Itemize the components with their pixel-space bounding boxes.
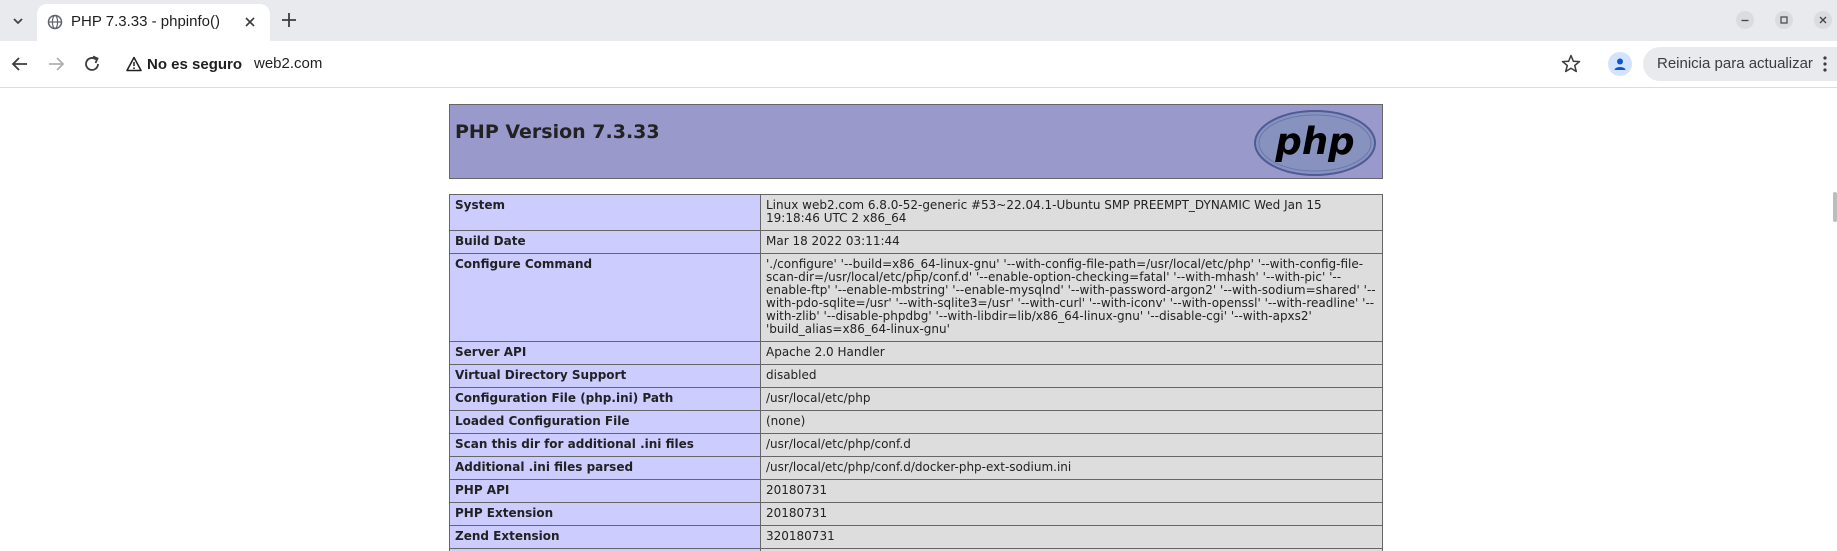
reload-icon[interactable] xyxy=(81,53,103,75)
row-label: System xyxy=(449,194,761,231)
table-row: Configure Command './configure' '--build=… xyxy=(449,253,1383,342)
tab-strip: PHP 7.3.33 - phpinfo() xyxy=(0,0,1837,41)
page-viewport: PHP Version 7.3.33 php System Linux web2.… xyxy=(0,88,1837,551)
update-button-label: Reinicia para actualizar xyxy=(1657,55,1813,72)
row-value: /usr/local/etc/php xyxy=(760,387,1383,411)
table-row: Zend Extension 320180731 xyxy=(449,525,1383,549)
row-label: Loaded Configuration File xyxy=(449,410,761,434)
tab-list-button[interactable] xyxy=(6,9,30,33)
row-value: Linux web2.com 6.8.0-52-generic #53~22.0… xyxy=(760,194,1383,231)
chevron-down-icon xyxy=(13,18,23,25)
table-row: System Linux web2.com 6.8.0-52-generic #5… xyxy=(449,194,1383,231)
table-row: Scan this dir for additional .ini files /… xyxy=(449,433,1383,457)
row-label: Server API xyxy=(449,341,761,365)
row-label: PHP API xyxy=(449,479,761,503)
row-label: Virtual Directory Support xyxy=(449,364,761,388)
warning-icon xyxy=(126,56,142,72)
active-tab[interactable]: PHP 7.3.33 - phpinfo() xyxy=(37,4,270,41)
table-row: Configuration File (php.ini) Path/usr/lo… xyxy=(449,387,1383,411)
globe-icon xyxy=(47,14,63,30)
page-title: PHP Version 7.3.33 xyxy=(455,121,660,143)
row-value: /usr/local/etc/php/conf.d xyxy=(760,433,1383,457)
person-icon xyxy=(1614,58,1626,70)
row-label: Build Date xyxy=(449,230,761,254)
scrollbar[interactable] xyxy=(1833,192,1837,222)
minimize-icon[interactable] xyxy=(1736,11,1754,29)
close-icon[interactable] xyxy=(242,14,258,30)
table-row: Server API Apache 2.0 Handler xyxy=(449,341,1383,365)
php-logo-text: php xyxy=(1274,120,1354,163)
row-label: Configuration File (php.ini) Path xyxy=(449,387,761,411)
row-label: Scan this dir for additional .ini files xyxy=(449,433,761,457)
security-label: No es seguro xyxy=(147,55,243,73)
row-value: 20180731 xyxy=(760,502,1383,526)
row-value: './configure' '--build=x86_64-linux-gnu'… xyxy=(760,253,1383,342)
tab-title: PHP 7.3.33 - phpinfo() xyxy=(71,13,220,30)
star-icon[interactable] xyxy=(1560,53,1582,75)
update-button[interactable]: Reinicia para actualizar xyxy=(1643,47,1837,81)
arrow-right-icon[interactable] xyxy=(45,53,67,75)
row-label: Zend Extension xyxy=(449,525,761,549)
profile-button[interactable] xyxy=(1608,52,1632,76)
row-value: /usr/local/etc/php/conf.d/docker-php-ext… xyxy=(760,456,1383,480)
row-label: PHP Extension xyxy=(449,502,761,526)
version-header: PHP Version 7.3.33 php xyxy=(449,104,1383,179)
table-row: Additional .ini files parsed/usr/local/e… xyxy=(449,456,1383,480)
security-indicator[interactable]: No es seguro xyxy=(126,53,242,75)
table-row: PHP API 20180731 xyxy=(449,479,1383,503)
info-table: System Linux web2.com 6.8.0-52-generic #5… xyxy=(449,194,1383,551)
arrow-left-icon[interactable] xyxy=(9,53,31,75)
row-value: Mar 18 2022 03:11:44 xyxy=(760,230,1383,254)
row-value: Apache 2.0 Handler xyxy=(760,341,1383,365)
more-vertical-icon[interactable] xyxy=(1821,55,1829,73)
table-row: PHP Extension 20180731 xyxy=(449,502,1383,526)
row-value: disabled xyxy=(760,364,1383,388)
restore-icon[interactable] xyxy=(1775,11,1793,29)
address-bar[interactable]: web2.com xyxy=(254,55,322,72)
php-logo: php xyxy=(1254,110,1376,176)
table-row: Build Date Mar 18 2022 03:11:44 xyxy=(449,230,1383,254)
table-row: Loaded Configuration File (none) xyxy=(449,410,1383,434)
row-label: Configure Command xyxy=(449,253,761,342)
plus-icon[interactable] xyxy=(280,11,298,29)
table-row: Virtual Directory Support disabled xyxy=(449,364,1383,388)
close-window-icon[interactable] xyxy=(1814,11,1832,29)
phpinfo-container: PHP Version 7.3.33 php System Linux web2.… xyxy=(449,104,1383,551)
row-value: 320180731 xyxy=(760,525,1383,549)
row-value: (none) xyxy=(760,410,1383,434)
row-value: 20180731 xyxy=(760,479,1383,503)
browser-toolbar: No es seguro web2.com Reinicia para actu… xyxy=(0,41,1837,88)
row-label: Additional .ini files parsed xyxy=(449,456,761,480)
